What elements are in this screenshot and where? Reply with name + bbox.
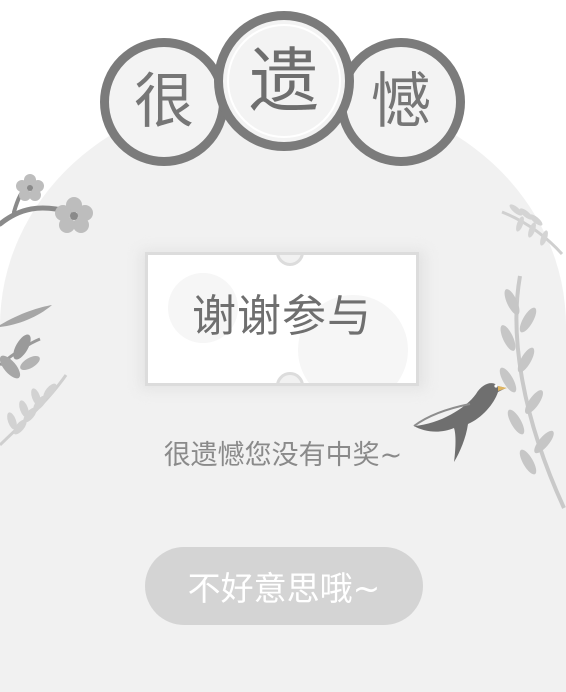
ticket-notch-bottom [276,372,304,383]
title-char-1: 很 [134,67,194,137]
title-circle-center: 遗 [214,11,354,151]
ticket-text: 谢谢参与 [192,291,372,342]
result-message: 很遗憾您没有中奖~ [163,440,403,471]
title-char-3: 憾 [371,67,431,137]
title-circle-left: 很 [100,38,228,166]
ticket: 谢谢参与 [145,252,419,386]
title-char-2: 遗 [249,40,319,122]
confirm-button[interactable]: 不好意思哦~ [145,547,423,625]
title-circle-right: 憾 [337,38,465,166]
ticket-notch-top [276,255,304,266]
